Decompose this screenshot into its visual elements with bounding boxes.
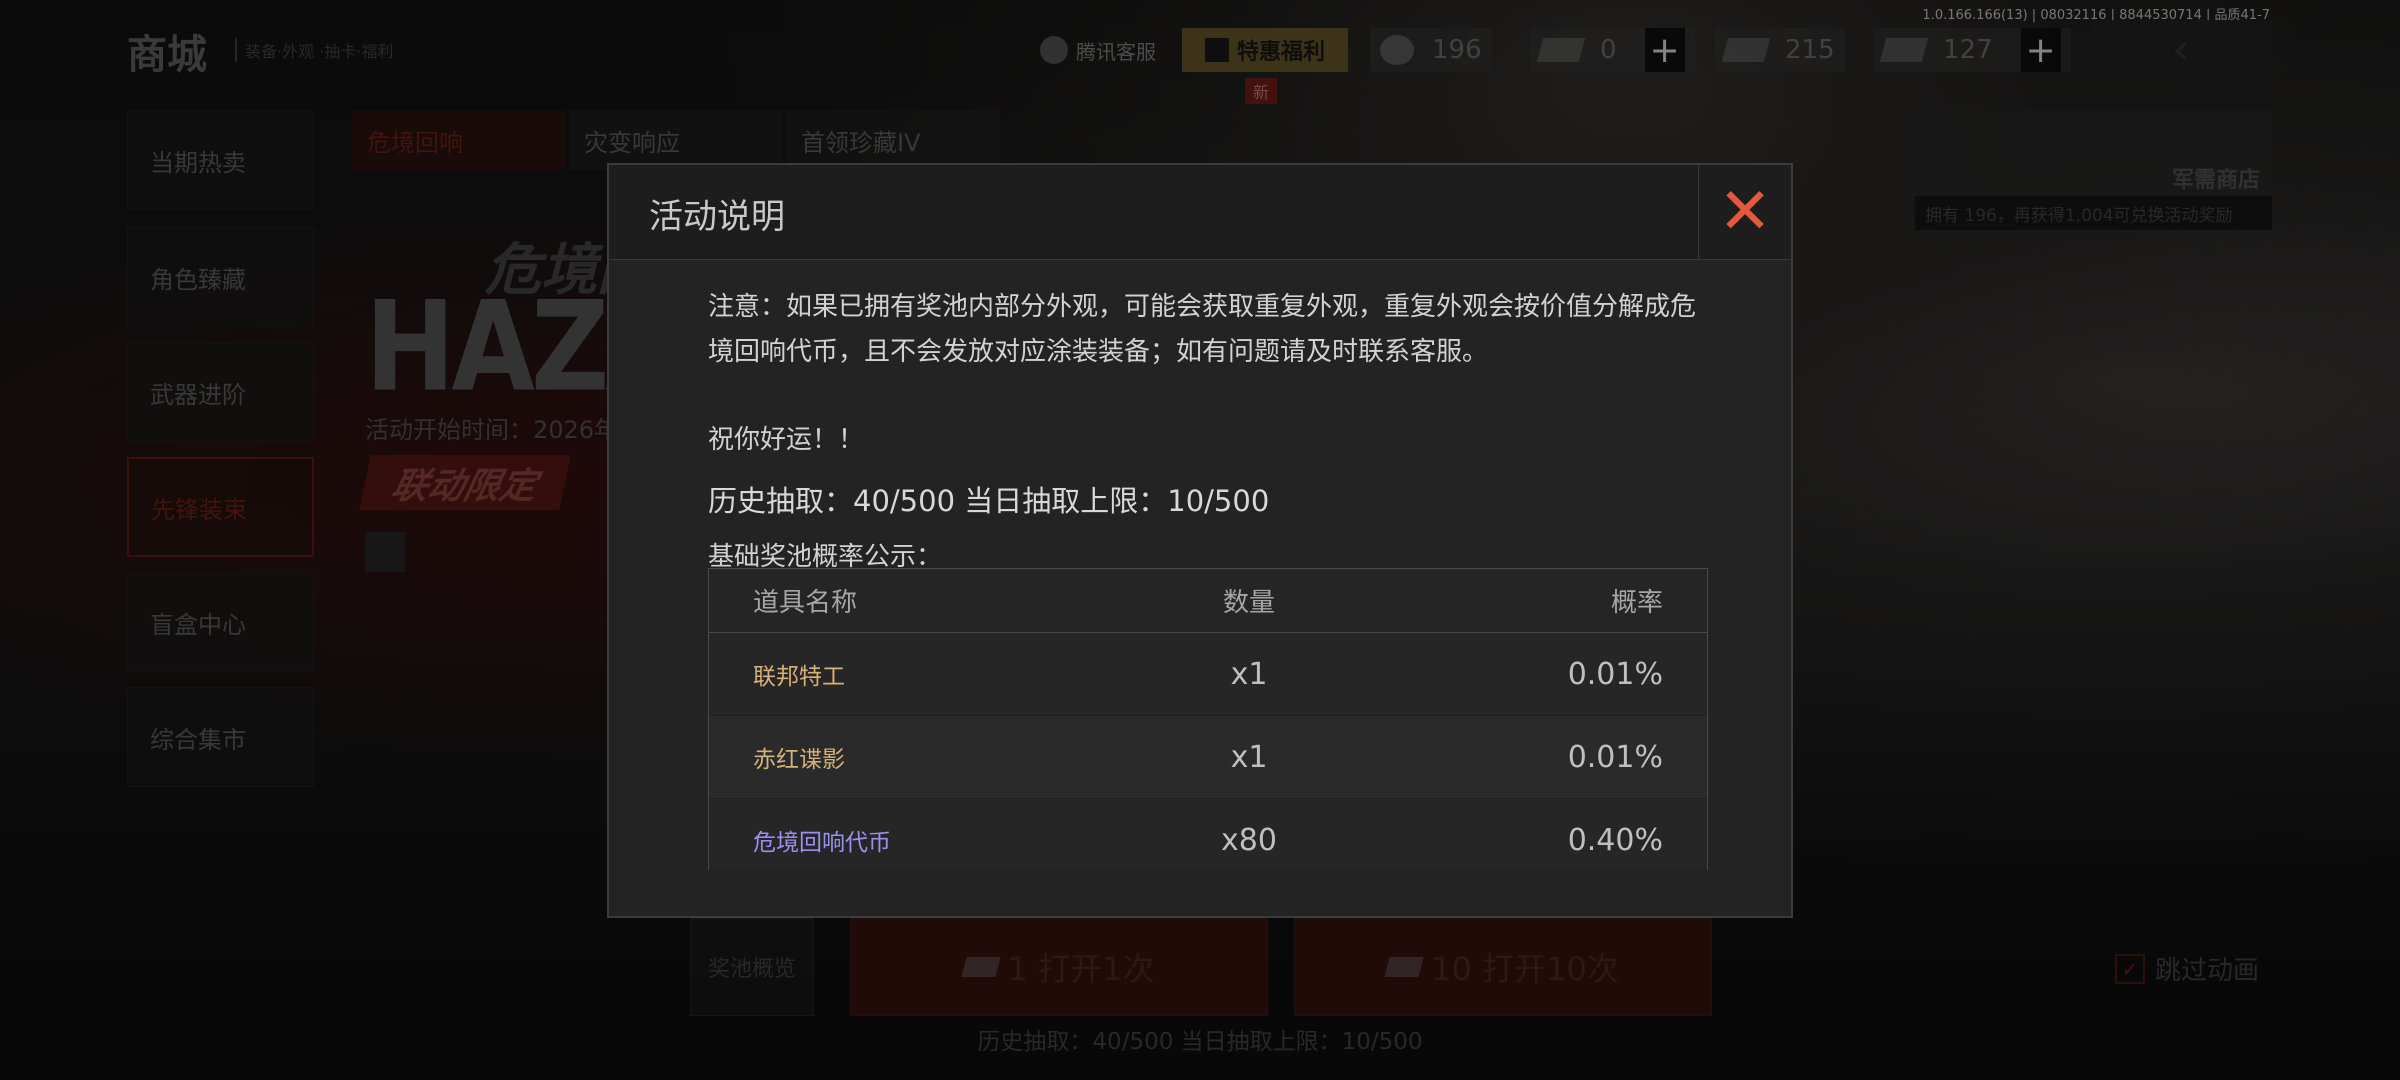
close-icon: ✕ [1718, 175, 1772, 249]
table-row: 赤红谍影 x1 0.01% [709, 716, 1707, 799]
item-quantity: x80 [1221, 822, 1277, 858]
probability-table[interactable]: 道具名称 数量 概率 联邦特工 x1 0.01% 赤红谍影 x1 0.01% 危… [708, 568, 1708, 870]
draw-stats-text: 历史抽取：40/500 当日抽取上限：10/500 [708, 484, 1270, 518]
item-name: 赤红谍影 [753, 747, 845, 773]
item-probability: 0.01% [1567, 739, 1663, 775]
item-quantity: x1 [1230, 739, 1268, 775]
item-probability: 0.01% [1567, 656, 1663, 692]
notice-text: 注意：如果已拥有奖池内部分外观，可能会获取重复外观，重复外观会按价值分解成危境回… [708, 292, 1697, 367]
close-button[interactable]: ✕ [1698, 165, 1791, 259]
header-quantity: 数量 [1222, 588, 1275, 618]
table-row: 联邦特工 x1 0.01% [709, 633, 1707, 716]
dialog-body: 注意：如果已拥有奖池内部分外观，可能会获取重复外观，重复外观会按价值分解成危境回… [708, 285, 1708, 573]
item-name: 危境回响代币 [753, 830, 891, 856]
dialog-header: 活动说明 ✕ [609, 165, 1791, 260]
table-row: 危境回响代币 x80 0.40% [709, 799, 1707, 870]
item-probability: 0.40% [1567, 822, 1663, 858]
event-info-dialog: 活动说明 ✕ 注意：如果已拥有奖池内部分外观，可能会获取重复外观，重复外观会按价… [607, 163, 1793, 918]
dialog-title: 活动说明 [649, 197, 785, 237]
table-header: 道具名称 数量 概率 [709, 569, 1707, 633]
item-name: 联邦特工 [753, 664, 845, 690]
header-item-name: 道具名称 [753, 588, 858, 618]
header-probability: 概率 [1610, 588, 1663, 618]
item-quantity: x1 [1230, 656, 1268, 692]
good-luck-text: 祝你好运！！ [708, 425, 865, 455]
